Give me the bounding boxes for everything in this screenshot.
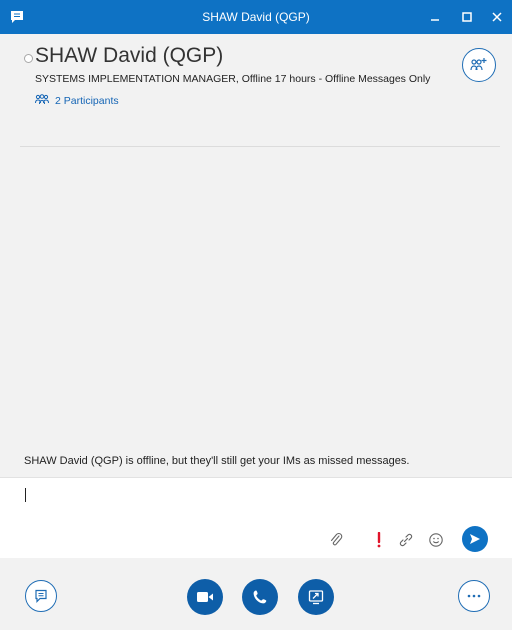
conversation-header: SHAW David (QGP) SYSTEMS IMPLEMENTATION …	[0, 34, 512, 147]
participants-count: 2 Participants	[55, 95, 119, 107]
add-people-button[interactable]	[462, 48, 496, 82]
title-bar: SHAW David (QGP)	[0, 0, 512, 34]
call-button[interactable]	[242, 579, 278, 615]
im-button[interactable]	[25, 580, 57, 612]
contact-status: Offline 17 hours - Offline Messages Only	[241, 73, 431, 85]
participants-icon	[35, 94, 49, 108]
send-button[interactable]	[462, 526, 488, 552]
minimize-button[interactable]	[424, 6, 446, 28]
video-icon	[197, 592, 213, 602]
video-button[interactable]	[187, 579, 223, 615]
conversation-action-bar	[0, 558, 512, 630]
maximize-button[interactable]	[456, 6, 478, 28]
more-options-icon	[467, 594, 481, 598]
message-compose-area[interactable]	[0, 477, 512, 559]
presence-indicator	[24, 54, 33, 63]
phone-icon	[253, 590, 267, 604]
text-caret	[25, 488, 26, 502]
header-divider	[20, 146, 500, 147]
close-button[interactable]	[486, 6, 508, 28]
share-screen-button[interactable]	[298, 579, 334, 615]
contact-job-title: SYSTEMS IMPLEMENTATION MANAGER	[35, 73, 236, 85]
link-icon[interactable]	[396, 530, 416, 550]
participants-link[interactable]: 2 Participants	[35, 94, 119, 108]
contact-name[interactable]: SHAW David (QGP)	[35, 44, 223, 68]
offline-notice: SHAW David (QGP) is offline, but they'll…	[24, 455, 410, 467]
share-screen-icon	[308, 590, 324, 605]
details-separator: ,	[235, 73, 239, 85]
im-icon	[35, 589, 47, 603]
add-people-icon	[470, 58, 487, 71]
send-icon	[470, 534, 480, 544]
paperclip-icon[interactable]	[326, 530, 346, 550]
contact-details: SYSTEMS IMPLEMENTATION MANAGER, Offline …	[35, 73, 430, 85]
smiley-icon[interactable]	[426, 530, 446, 550]
more-options-button[interactable]	[458, 580, 490, 612]
exclamation-icon[interactable]	[369, 530, 389, 550]
